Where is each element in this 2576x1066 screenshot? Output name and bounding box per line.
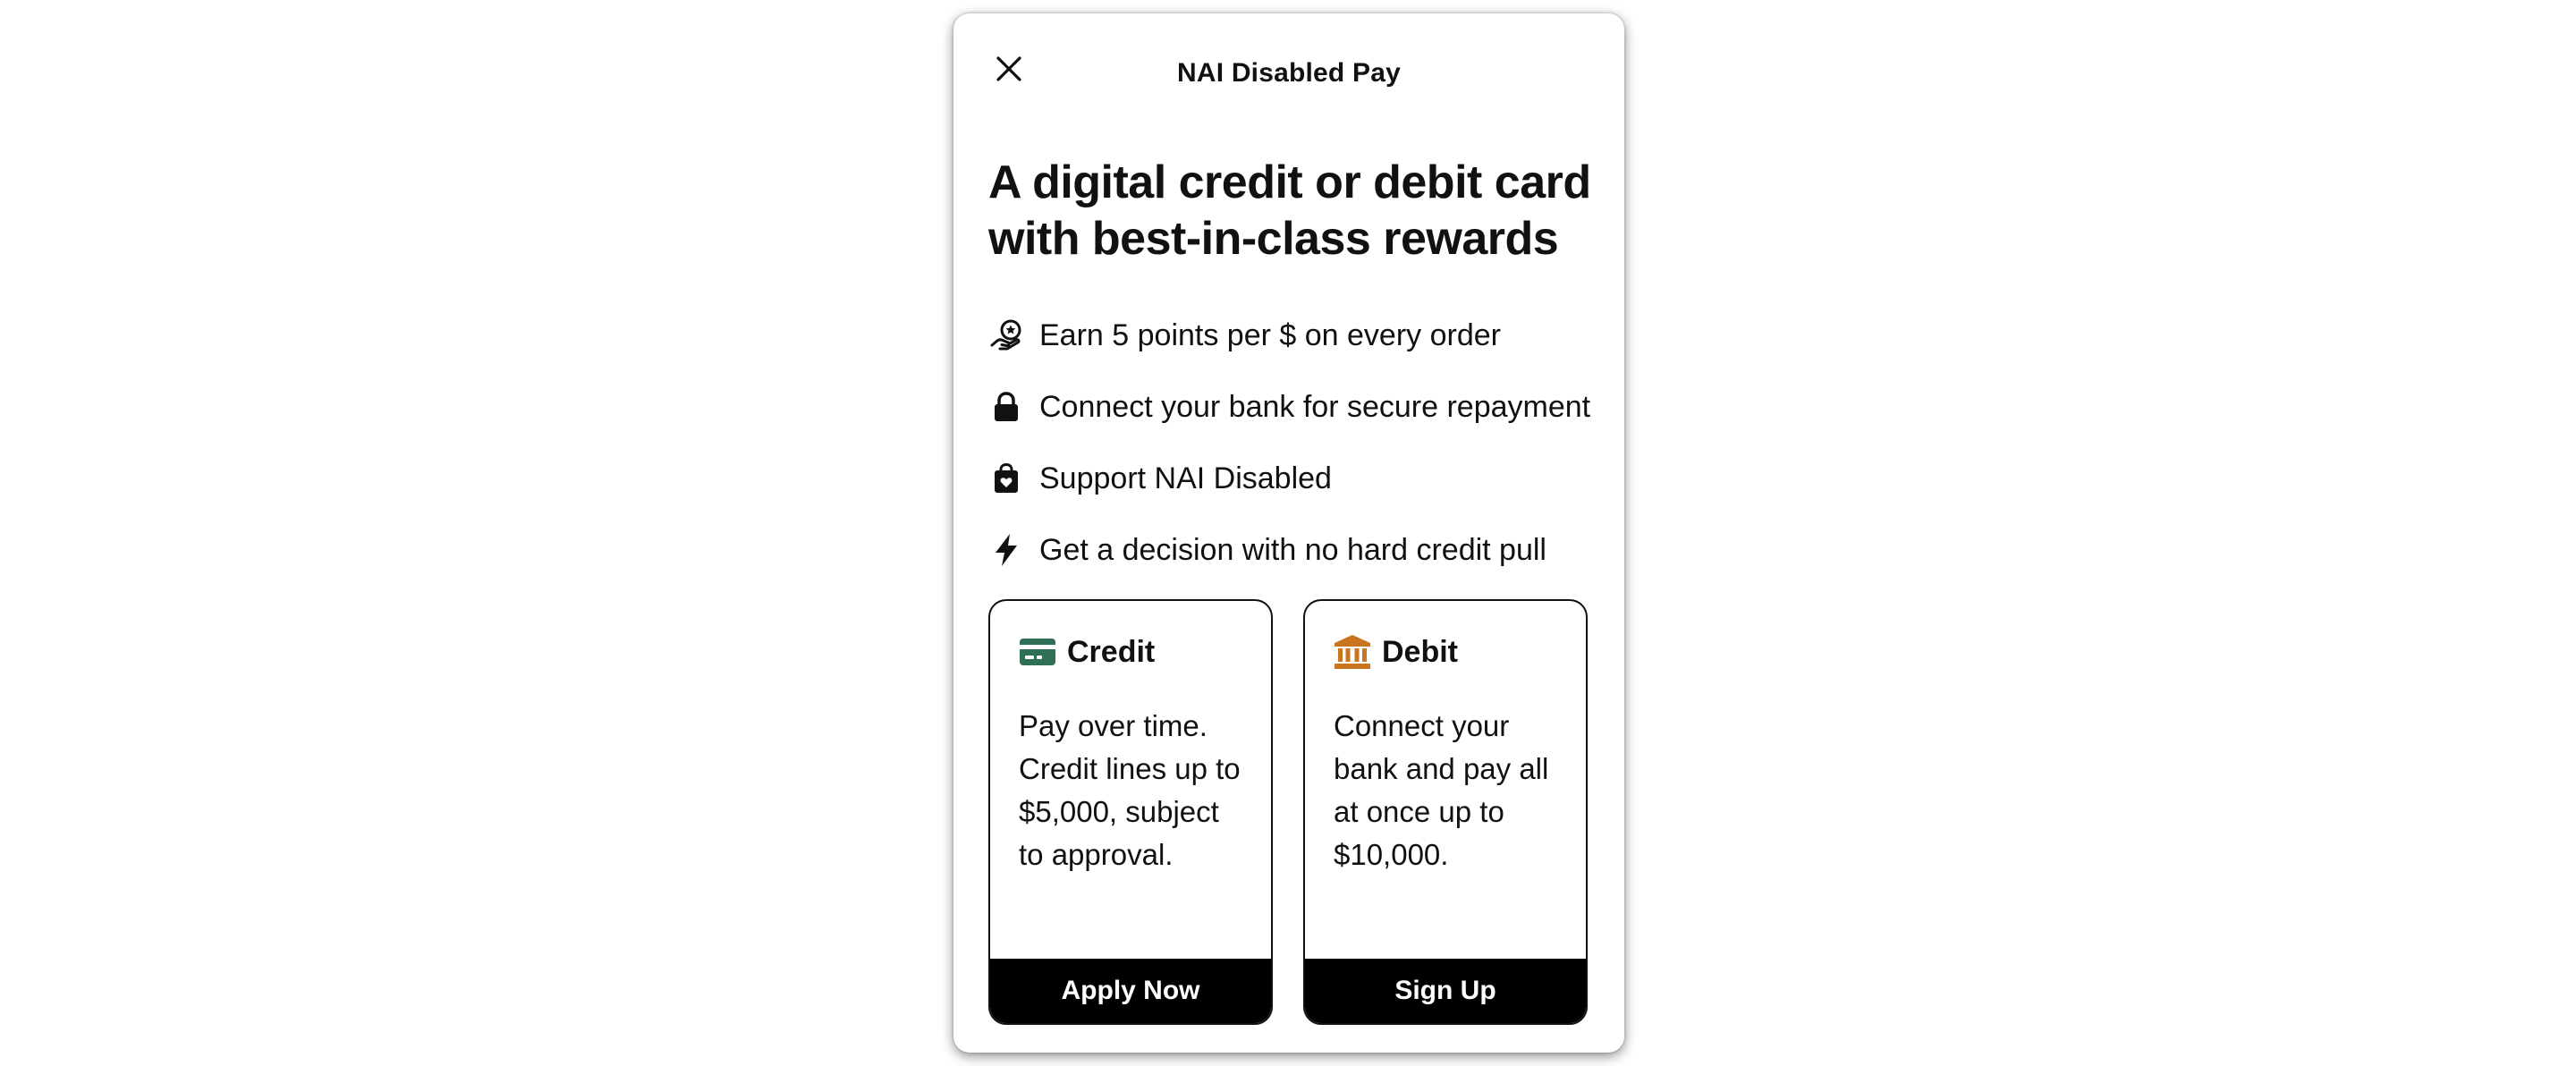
feature-item: Support NAI Disabled [988, 453, 1606, 503]
credit-card-option: Credit Pay over time. Credit lines up to… [988, 599, 1273, 1025]
feature-item: Get a decision with no hard credit pull [988, 525, 1606, 575]
feature-text: Earn 5 points per $ on every order [1039, 317, 1501, 352]
debit-description: Connect your bank and pay all at once up… [1334, 709, 1549, 871]
sign-up-button[interactable]: Sign Up [1305, 959, 1586, 1023]
credit-title: Credit [1067, 634, 1156, 669]
apply-now-button[interactable]: Apply Now [990, 959, 1271, 1023]
debit-card-header: Debit [1334, 633, 1458, 671]
lightning-icon [988, 532, 1024, 568]
credit-card-header: Credit [1019, 633, 1155, 671]
shopping-bag-heart-icon [988, 461, 1024, 496]
feature-item: Earn 5 points per $ on every order [988, 310, 1606, 360]
debit-card-option: Debit Connect your bank and pay all at o… [1303, 599, 1588, 1025]
feature-text: Connect your bank for secure repayment [1039, 389, 1591, 424]
feature-text: Support NAI Disabled [1039, 461, 1332, 495]
debit-title: Debit [1382, 634, 1458, 669]
feature-item: Connect your bank for secure repayment [988, 382, 1606, 432]
bank-icon [1334, 633, 1371, 671]
feature-text: Get a decision with no hard credit pull [1039, 532, 1546, 567]
hand-star-icon [988, 317, 1024, 353]
credit-description: Pay over time. Credit lines up to $5,000… [1019, 709, 1241, 871]
credit-card-icon [1019, 633, 1056, 671]
modal-dialog: NAI Disabled Pay A digital credit or deb… [953, 13, 1624, 1053]
headline: A digital credit or debit card with best… [988, 157, 1591, 265]
card-options: Credit Pay over time. Credit lines up to… [988, 599, 1589, 1025]
modal-title: NAI Disabled Pay [1177, 58, 1401, 88]
lock-icon [988, 389, 1024, 425]
feature-list: Earn 5 points per $ on every order Conne… [988, 310, 1606, 596]
